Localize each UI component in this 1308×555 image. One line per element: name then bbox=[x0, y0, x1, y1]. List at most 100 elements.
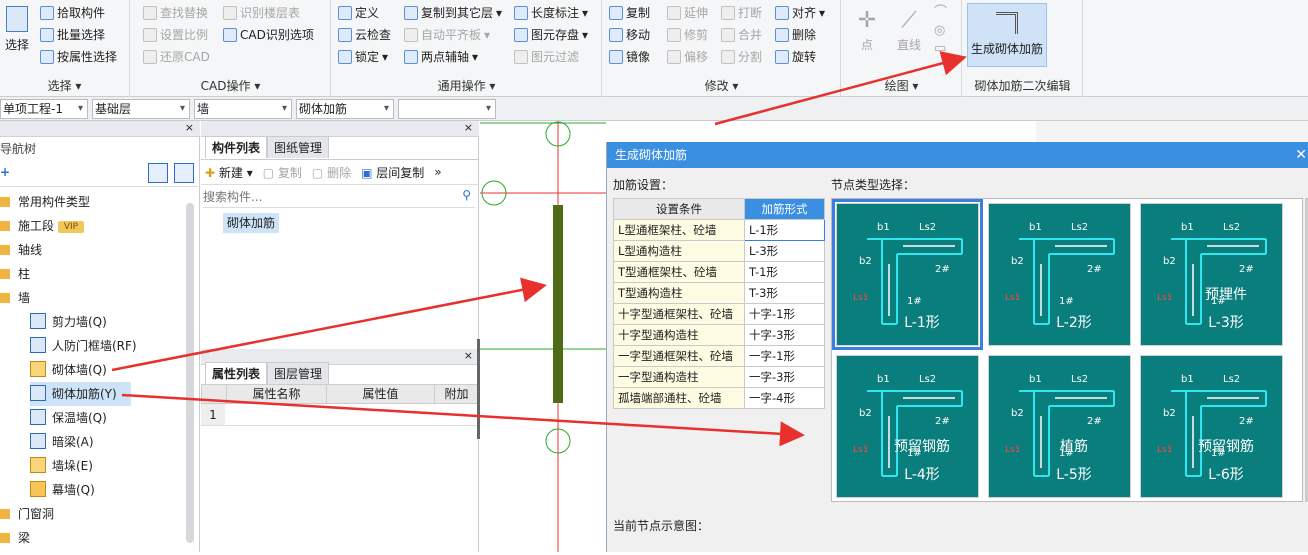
masonry-wall-element[interactable] bbox=[553, 205, 563, 403]
form-cell[interactable]: 一字-4形 bbox=[744, 387, 825, 409]
set-scale-button[interactable]: 设置比例 bbox=[143, 25, 208, 45]
element-filter-button[interactable]: 图元过滤 bbox=[514, 47, 579, 67]
cloud-check-button[interactable]: 云检查 bbox=[338, 25, 391, 45]
tree-item-masonry-wall[interactable]: 砌体墙(Q) bbox=[30, 358, 107, 382]
tree-item-civil-door-wall[interactable]: 人防门框墙(RF) bbox=[30, 334, 137, 358]
settings-row[interactable]: L型通构造柱 L-3形 bbox=[613, 240, 825, 262]
break-button[interactable]: 打断 bbox=[721, 3, 762, 23]
layer-copy-button[interactable]: ▣ 层间复制 bbox=[361, 164, 424, 181]
restore-cad-button[interactable]: 还原CAD bbox=[143, 47, 210, 67]
settings-row[interactable]: L型通框架柱、砼墙 L-1形 bbox=[613, 219, 825, 241]
new-button[interactable]: ✚ 新建 ▾ bbox=[205, 164, 253, 181]
list-view-icon[interactable] bbox=[148, 163, 168, 183]
settings-row[interactable]: T型通框架柱、砼墙 T-1形 bbox=[613, 261, 825, 283]
tab-component-list[interactable]: 构件列表 bbox=[205, 136, 268, 158]
rotate-button[interactable]: 旋转 bbox=[775, 47, 816, 67]
copy-button[interactable]: 复制 bbox=[609, 3, 650, 23]
node-option[interactable]: b1 Ls2 b2 2# 1# Ls1 预埋件 L-3形 bbox=[1140, 203, 1283, 346]
form-cell[interactable]: 一字-3形 bbox=[744, 366, 825, 388]
identify-floor-button[interactable]: 识别楼层表 bbox=[223, 3, 300, 23]
tree-item-wall-pier[interactable]: 墙垛(E) bbox=[30, 454, 93, 478]
settings-row[interactable]: 孤墙端部通柱、砼墙 一字-4形 bbox=[613, 387, 825, 409]
delete-button[interactable]: 删除 bbox=[775, 25, 816, 45]
node-option[interactable]: b1 Ls2 b2 2# 1# Ls1 L-1形 bbox=[832, 199, 983, 350]
select-button[interactable]: 选择 bbox=[2, 6, 32, 53]
merge-button[interactable]: 合并 bbox=[721, 25, 762, 45]
dialog-close-icon[interactable]: ✕ bbox=[1295, 142, 1307, 168]
tree-item-insulation-wall[interactable]: 保温墙(Q) bbox=[30, 406, 107, 430]
add-icon[interactable]: + bbox=[0, 165, 10, 179]
project-dropdown[interactable]: 单项工程-1 bbox=[0, 99, 88, 119]
tree-item-column[interactable]: 柱 bbox=[0, 262, 30, 286]
extra-dropdown[interactable] bbox=[398, 99, 496, 119]
tree-item-axis[interactable]: 轴线 bbox=[0, 238, 42, 262]
props-row[interactable]: 1 bbox=[201, 404, 479, 426]
component-close[interactable]: × bbox=[201, 121, 479, 137]
split-button[interactable]: 分割 bbox=[721, 47, 762, 67]
form-cell[interactable]: 十字-3形 bbox=[744, 324, 825, 346]
component-list-item[interactable]: 砌体加筋 bbox=[223, 213, 280, 233]
align-button[interactable]: 对齐 ▾ bbox=[775, 3, 825, 23]
tree-item-common[interactable]: 常用构件类型 bbox=[0, 190, 90, 214]
tree-item-shear-wall[interactable]: 剪力墙(Q) bbox=[30, 310, 107, 334]
search-icon[interactable]: ⚲ bbox=[462, 188, 471, 202]
tree-item-wall[interactable]: 墙 bbox=[0, 286, 30, 310]
more-icon[interactable]: » bbox=[434, 165, 441, 179]
tab-drawing-manage[interactable]: 图纸管理 bbox=[267, 136, 330, 158]
tree-item-beam[interactable]: 梁 bbox=[0, 526, 30, 550]
offset-button[interactable]: 偏移 bbox=[667, 47, 708, 67]
tree-item-door-window[interactable]: 门窗洞 bbox=[0, 502, 54, 526]
node-option[interactable]: b1 Ls2 b2 2# 1# Ls1 植筋 L-5形 bbox=[988, 355, 1131, 498]
nav-scrollbar[interactable] bbox=[186, 203, 194, 543]
select-by-attr-button[interactable]: 按属性选择 bbox=[40, 47, 117, 67]
tree-item-hidden-beam[interactable]: 暗梁(A) bbox=[30, 430, 94, 454]
form-cell[interactable]: T-3形 bbox=[744, 282, 825, 304]
tree-item-curtain-wall[interactable]: 幕墙(Q) bbox=[30, 478, 95, 502]
batch-select-button[interactable]: 批量选择 bbox=[40, 25, 105, 45]
node-option[interactable]: b1 Ls2 b2 2# 1# Ls1 预留钢筋 L-6形 bbox=[1140, 355, 1283, 498]
move-button[interactable]: 移动 bbox=[609, 25, 650, 45]
type-dropdown[interactable]: 墙 bbox=[194, 99, 292, 119]
grid-view-icon[interactable] bbox=[174, 163, 194, 183]
auto-align-button[interactable]: 自动平齐板 ▾ bbox=[404, 25, 490, 45]
two-point-axis-button[interactable]: 两点辅轴 ▾ bbox=[404, 47, 478, 67]
form-cell[interactable]: L-1形 bbox=[744, 219, 825, 241]
length-dimension-button[interactable]: 长度标注 ▾ bbox=[514, 3, 588, 23]
point-button[interactable]: ✛ 点 bbox=[852, 6, 882, 53]
pick-component-button[interactable]: 拾取构件 bbox=[40, 3, 105, 23]
copy-to-other-floor-button[interactable]: 复制到其它层 ▾ bbox=[404, 3, 502, 23]
tree-item-segment[interactable]: 施工段 VIP bbox=[0, 214, 85, 238]
extend-button[interactable]: 延伸 bbox=[667, 3, 708, 23]
settings-row[interactable]: 十字型通构造柱 十字-3形 bbox=[613, 324, 825, 346]
delete-component-button[interactable]: ▢ 删除 bbox=[312, 164, 351, 181]
floor-dropdown[interactable]: 基础层 bbox=[92, 99, 190, 119]
form-cell[interactable]: T-1形 bbox=[744, 261, 825, 283]
settings-row[interactable]: 十字型通框架柱、砼墙 十字-1形 bbox=[613, 303, 825, 325]
tree-item-masonry-rebar[interactable]: 砌体加筋(Y) bbox=[30, 382, 131, 406]
save-element-button[interactable]: 图元存盘 ▾ bbox=[514, 25, 588, 45]
form-cell[interactable]: 一字-1形 bbox=[744, 345, 825, 367]
form-cell[interactable]: 十字-1形 bbox=[744, 303, 825, 325]
drawing-canvas[interactable] bbox=[480, 121, 729, 552]
trim-button[interactable]: 修剪 bbox=[667, 25, 708, 45]
mirror-button[interactable]: 镜像 bbox=[609, 47, 650, 67]
find-replace-button[interactable]: 查找替换 bbox=[143, 3, 208, 23]
copy-component-button[interactable]: ▢ 复制 bbox=[263, 164, 302, 181]
arc-tools[interactable]: ⌒ ◎ ▭ bbox=[934, 4, 947, 58]
component-dropdown[interactable]: 砌体加筋 bbox=[296, 99, 394, 119]
generate-masonry-button[interactable]: 生成砌体加筋 bbox=[967, 3, 1047, 67]
settings-row[interactable]: 一字型通框架柱、砼墙 一字-1形 bbox=[613, 345, 825, 367]
tab-layer-manage[interactable]: 图层管理 bbox=[267, 362, 330, 384]
node-option[interactable]: b1 Ls2 b2 2# 1# Ls1 预留钢筋 L-4形 bbox=[836, 355, 979, 498]
nav-close[interactable]: × bbox=[0, 121, 200, 137]
search-input[interactable] bbox=[203, 188, 453, 206]
lock-button[interactable]: 锁定 ▾ bbox=[338, 47, 388, 67]
line-button[interactable]: ⟋ 直线 bbox=[892, 6, 926, 53]
settings-row[interactable]: T型通构造柱 T-3形 bbox=[613, 282, 825, 304]
cad-options-button[interactable]: CAD识别选项 bbox=[223, 25, 314, 45]
settings-row[interactable]: 一字型通构造柱 一字-3形 bbox=[613, 366, 825, 388]
tab-property-list[interactable]: 属性列表 bbox=[205, 362, 268, 384]
form-cell[interactable]: L-3形 bbox=[744, 240, 825, 262]
node-option[interactable]: b1 Ls2 b2 2# 1# Ls1 L-2形 bbox=[988, 203, 1131, 346]
define-button[interactable]: 定义 bbox=[338, 3, 379, 23]
